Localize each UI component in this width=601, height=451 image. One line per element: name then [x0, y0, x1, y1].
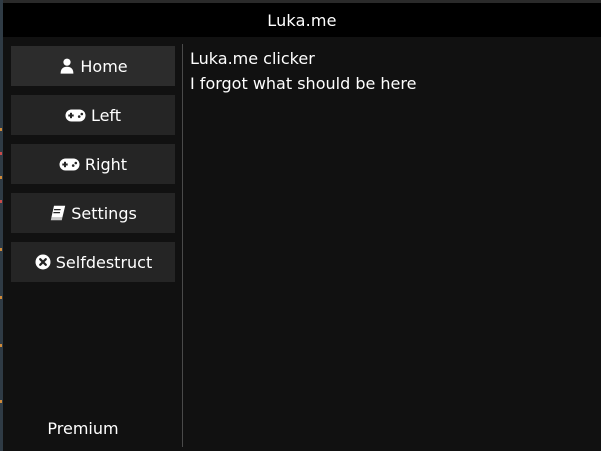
- gamepad-icon: [65, 106, 87, 124]
- backdrop-tick: [0, 296, 2, 299]
- backdrop-tick: [0, 152, 2, 155]
- title-bar[interactable]: Luka.me: [3, 3, 601, 37]
- backdrop-tick: [0, 200, 2, 203]
- gamepad-icon: [59, 155, 81, 173]
- backdrop-tick: [0, 400, 2, 403]
- sidebar-item-label: Left: [90, 105, 122, 125]
- sidebar-item-left[interactable]: Left: [11, 95, 175, 135]
- content-heading: Luka.me clicker: [190, 49, 315, 68]
- backdrop-tick: [0, 344, 2, 347]
- backdrop-tick: [0, 248, 2, 251]
- sidebar-divider: [182, 44, 183, 447]
- sidebar: Home Left Right Settings Selfdestruct Pr…: [3, 37, 182, 451]
- sidebar-item-label: Home: [80, 56, 128, 76]
- sidebar-item-right[interactable]: Right: [11, 144, 175, 184]
- premium-label[interactable]: Premium: [3, 419, 163, 438]
- sidebar-item-settings[interactable]: Settings: [11, 193, 175, 233]
- user-icon: [58, 57, 76, 75]
- backdrop-tick: [0, 128, 2, 131]
- sidebar-item-home[interactable]: Home: [11, 46, 175, 86]
- sidebar-item-label: Right: [84, 154, 128, 174]
- close-circle-icon: [34, 253, 52, 271]
- content-text: I forgot what should be here: [190, 74, 417, 93]
- sidebar-item-label: Settings: [71, 203, 137, 223]
- sidebar-item-selfdestruct[interactable]: Selfdestruct: [11, 242, 175, 282]
- app-window: Luka.me Home Left Right Settings Selfdes…: [3, 3, 601, 451]
- sidebar-item-label: Selfdestruct: [55, 252, 153, 272]
- backdrop-tick: [0, 176, 2, 179]
- book-icon: [49, 204, 67, 222]
- window-title: Luka.me: [267, 10, 337, 30]
- main-content: Luka.me clicker I forgot what should be …: [190, 46, 416, 96]
